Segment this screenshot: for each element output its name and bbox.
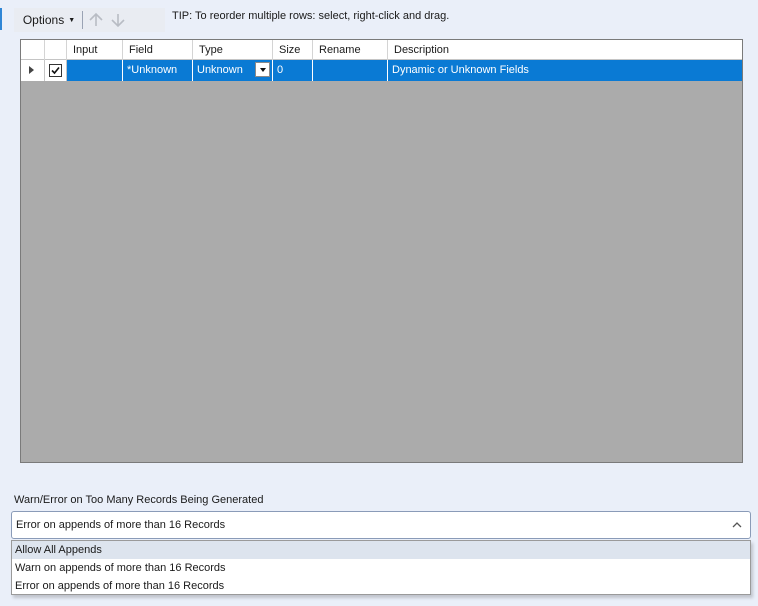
column-header-rename[interactable]: Rename xyxy=(313,40,388,60)
column-header-size[interactable]: Size xyxy=(273,40,313,60)
warn-error-selected-value: Error on appends of more than 16 Records xyxy=(16,519,226,531)
caret-down-icon: ▼ xyxy=(68,16,76,24)
header-select-cell xyxy=(45,40,67,60)
arrow-down-icon[interactable] xyxy=(108,10,128,30)
column-header-input[interactable]: Input xyxy=(67,40,123,60)
type-dropdown-button[interactable] xyxy=(255,62,270,77)
row-indicator-icon xyxy=(29,66,34,74)
column-header-description[interactable]: Description xyxy=(388,40,742,60)
left-edge-accent xyxy=(0,8,2,30)
option-error-on-appends[interactable]: Error on appends of more than 16 Records xyxy=(12,577,750,595)
toolbar-separator xyxy=(82,11,83,29)
cell-rename[interactable] xyxy=(313,60,388,81)
toolbar: Options ▼ xyxy=(14,8,165,32)
row-indicator-cell[interactable] xyxy=(21,60,45,81)
grid-header: Input Field Type Size Rename Description xyxy=(21,40,742,60)
cell-field[interactable]: *Unknown xyxy=(123,60,193,81)
option-warn-on-appends[interactable]: Warn on appends of more than 16 Records xyxy=(12,559,750,577)
warn-error-options-list: Allow All Appends Warn on appends of mor… xyxy=(11,540,751,595)
tip-text: TIP: To reorder multiple rows: select, r… xyxy=(172,10,450,22)
warn-error-label: Warn/Error on Too Many Records Being Gen… xyxy=(14,494,264,506)
row-select-cell[interactable] xyxy=(45,60,67,81)
chevron-up-icon xyxy=(732,522,742,528)
cell-type[interactable]: Unknown xyxy=(193,60,273,81)
column-header-field[interactable]: Field xyxy=(123,40,193,60)
cell-type-value: Unknown xyxy=(197,64,243,76)
table-row[interactable]: *Unknown Unknown 0 Dynamic or Unknown Fi… xyxy=(21,60,742,81)
cell-input[interactable] xyxy=(67,60,123,81)
warn-error-select[interactable]: Error on appends of more than 16 Records xyxy=(11,511,751,539)
row-checkbox[interactable] xyxy=(49,64,62,77)
options-button[interactable]: Options ▼ xyxy=(17,8,81,32)
column-header-type[interactable]: Type xyxy=(193,40,273,60)
checkmark-icon xyxy=(51,66,60,75)
options-label: Options xyxy=(22,13,65,27)
header-indicator-cell xyxy=(21,40,45,60)
cell-size[interactable]: 0 xyxy=(273,60,313,81)
fields-grid[interactable]: Input Field Type Size Rename Description… xyxy=(20,39,743,463)
option-allow-all-appends[interactable]: Allow All Appends xyxy=(12,541,750,559)
chevron-down-icon xyxy=(259,67,266,72)
cell-description[interactable]: Dynamic or Unknown Fields xyxy=(388,60,742,81)
arrow-up-icon[interactable] xyxy=(86,10,106,30)
